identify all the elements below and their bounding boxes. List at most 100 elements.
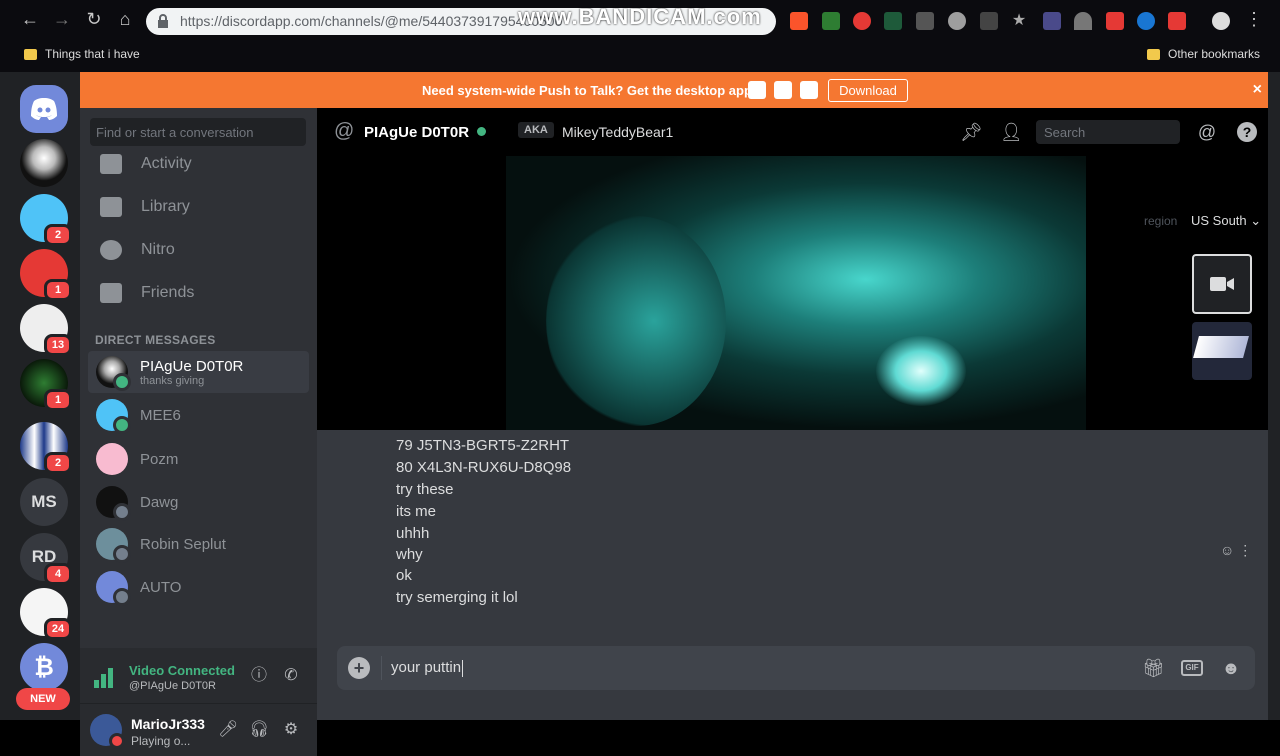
dm-name: AUTO <box>140 578 182 596</box>
profile-avatar-icon[interactable] <box>1212 12 1230 30</box>
bookmark-folder-other[interactable]: Other bookmarks <box>1147 47 1260 61</box>
server-ms[interactable]: MS <box>20 478 68 526</box>
youtube-extension-icon[interactable] <box>1106 12 1124 30</box>
library-icon <box>100 197 122 217</box>
voice-status: Video Connected <box>129 663 235 678</box>
bookmark-folder-things[interactable]: Things that i have <box>24 47 140 61</box>
status-online-icon <box>113 416 131 434</box>
forward-icon[interactable]: → <box>50 9 74 30</box>
menu-kebab-icon[interactable]: ⋮ <box>1242 9 1266 30</box>
block-extension-icon[interactable] <box>948 12 966 30</box>
nav-nitro[interactable]: Nitro <box>88 230 309 270</box>
header-search-input[interactable]: Search <box>1036 120 1180 144</box>
chat-area: @ PIAgUe D0T0R AKA MikeyTeddyBear1 📌︎ 👤︎… <box>317 108 1268 720</box>
gift-icon[interactable]: 🎁︎ <box>1142 657 1165 679</box>
glasses-extension-icon[interactable] <box>916 12 934 30</box>
emoji-icon[interactable]: ☻ <box>1220 657 1242 679</box>
gamepad-icon <box>100 154 122 174</box>
dm-name: MEE6 <box>140 406 181 424</box>
server-white[interactable]: 13 <box>20 304 72 356</box>
add-reaction-icon[interactable]: ☺ <box>1220 542 1234 558</box>
new-badge: NEW <box>16 688 70 710</box>
dm-status: thanks giving <box>140 374 205 387</box>
banner-message: Need system-wide Push to Talk? Get the d… <box>422 83 757 98</box>
roblox-extension-icon[interactable] <box>1168 12 1186 30</box>
search-extension-icon[interactable] <box>1137 12 1155 30</box>
region-dropdown[interactable]: US South ⌄ <box>1191 213 1261 229</box>
video-figure <box>546 216 726 426</box>
server-list: 2 1 13 1 2 MS RD 4 24 ₿ NEW <box>0 72 80 720</box>
dm-item-robin[interactable]: Robin Seplut <box>88 523 309 565</box>
discord-app: 2 1 13 1 2 MS RD 4 24 ₿ NEW Need system-w… <box>0 72 1280 756</box>
video-thumbnail-remote[interactable] <box>1192 322 1252 380</box>
reload-icon[interactable]: ↻ <box>82 9 106 30</box>
pin-icon[interactable]: 📌︎ <box>960 122 983 142</box>
region-value: US South <box>1191 213 1247 228</box>
message-actions[interactable]: ☺ ⋮ <box>1220 542 1252 559</box>
s-extension-icon[interactable] <box>884 12 902 30</box>
voice-connection-panel: Video Connected @PIAgUe D0T0R ⓘ ✆ <box>80 648 317 704</box>
friends-icon <box>100 283 122 303</box>
server-tree[interactable]: 1 <box>20 359 72 411</box>
upload-plus-icon[interactable]: + <box>348 657 370 679</box>
server-bitcoin[interactable]: ₿ <box>20 643 68 691</box>
arrow-extension-icon[interactable] <box>1043 12 1061 30</box>
mention-badge: 2 <box>44 224 72 246</box>
video-highlight <box>876 336 966 406</box>
disconnect-icon[interactable]: ✆ <box>281 666 301 686</box>
nav-library[interactable]: Library <box>88 187 309 227</box>
headphones-icon[interactable]: 🎧︎ <box>249 720 269 740</box>
mentions-icon[interactable]: @ <box>1197 122 1217 142</box>
brave-extension-icon[interactable] <box>790 12 808 30</box>
arc-extension-icon[interactable] <box>1074 12 1092 30</box>
download-button[interactable]: Download <box>828 79 908 102</box>
mention-badge: 2 <box>44 452 72 474</box>
dm-item-mee6[interactable]: MEE6 <box>88 394 309 436</box>
page-scrollbar[interactable] <box>1268 72 1280 720</box>
help-icon[interactable]: ? <box>1237 122 1257 142</box>
mute-mic-icon[interactable]: 🎤︎ <box>218 720 238 740</box>
message-input[interactable]: your puttin <box>391 659 464 677</box>
red-extension-icon[interactable] <box>853 12 871 30</box>
dm-item-auto[interactable]: AUTO <box>88 566 309 608</box>
star-icon[interactable]: ★ <box>1010 12 1028 30</box>
server-plague[interactable] <box>20 139 68 187</box>
gif-button[interactable]: GIF <box>1181 660 1203 676</box>
server-rd[interactable]: RD 4 <box>20 533 72 585</box>
server-mee6[interactable]: 2 <box>20 194 72 246</box>
android-icon <box>774 81 792 99</box>
avatar[interactable] <box>90 714 125 749</box>
video-camera-icon <box>1210 277 1234 291</box>
dm-item-pozm[interactable]: Pozm <box>88 438 309 480</box>
status-offline-icon <box>113 503 131 521</box>
tool-extension-icon[interactable] <box>980 12 998 30</box>
dm-item-plague[interactable]: PIAgUe D0T0R thanks giving <box>88 351 309 393</box>
add-friend-icon[interactable]: 👤︎ <box>1000 122 1023 142</box>
video-thumbnail-self[interactable] <box>1192 254 1252 314</box>
home-button[interactable] <box>20 85 68 133</box>
aka-label: AKA <box>518 122 554 138</box>
dm-item-dawg[interactable]: Dawg <box>88 481 309 523</box>
mention-badge: 13 <box>44 334 72 356</box>
more-options-icon[interactable]: ⋮ <box>1238 542 1252 558</box>
avc-extension-icon[interactable] <box>822 12 840 30</box>
url-text: https://discordapp.com/channels/@me/5440… <box>180 13 563 29</box>
avatar <box>96 528 131 563</box>
server-triangle[interactable]: 24 <box>20 588 72 640</box>
server-roblox[interactable]: 1 <box>20 249 72 301</box>
dm-search-input[interactable]: Find or start a conversation <box>90 118 306 146</box>
settings-gear-icon[interactable]: ⚙ <box>281 720 301 740</box>
avatar <box>96 571 131 606</box>
status-offline-icon <box>113 545 131 563</box>
home-icon[interactable]: ⌂ <box>113 9 137 30</box>
avatar <box>96 356 131 391</box>
server-blue[interactable]: 2 <box>20 422 72 474</box>
info-icon[interactable]: ⓘ <box>249 666 269 686</box>
close-icon[interactable]: × <box>1253 81 1262 99</box>
nav-label: Nitro <box>141 241 175 258</box>
back-icon[interactable]: ← <box>18 9 42 30</box>
nav-friends[interactable]: Friends <box>88 273 309 313</box>
status-online-icon <box>477 127 486 136</box>
nav-activity[interactable]: Activity <box>88 144 309 184</box>
bitcoin-icon: ₿ <box>34 653 54 681</box>
